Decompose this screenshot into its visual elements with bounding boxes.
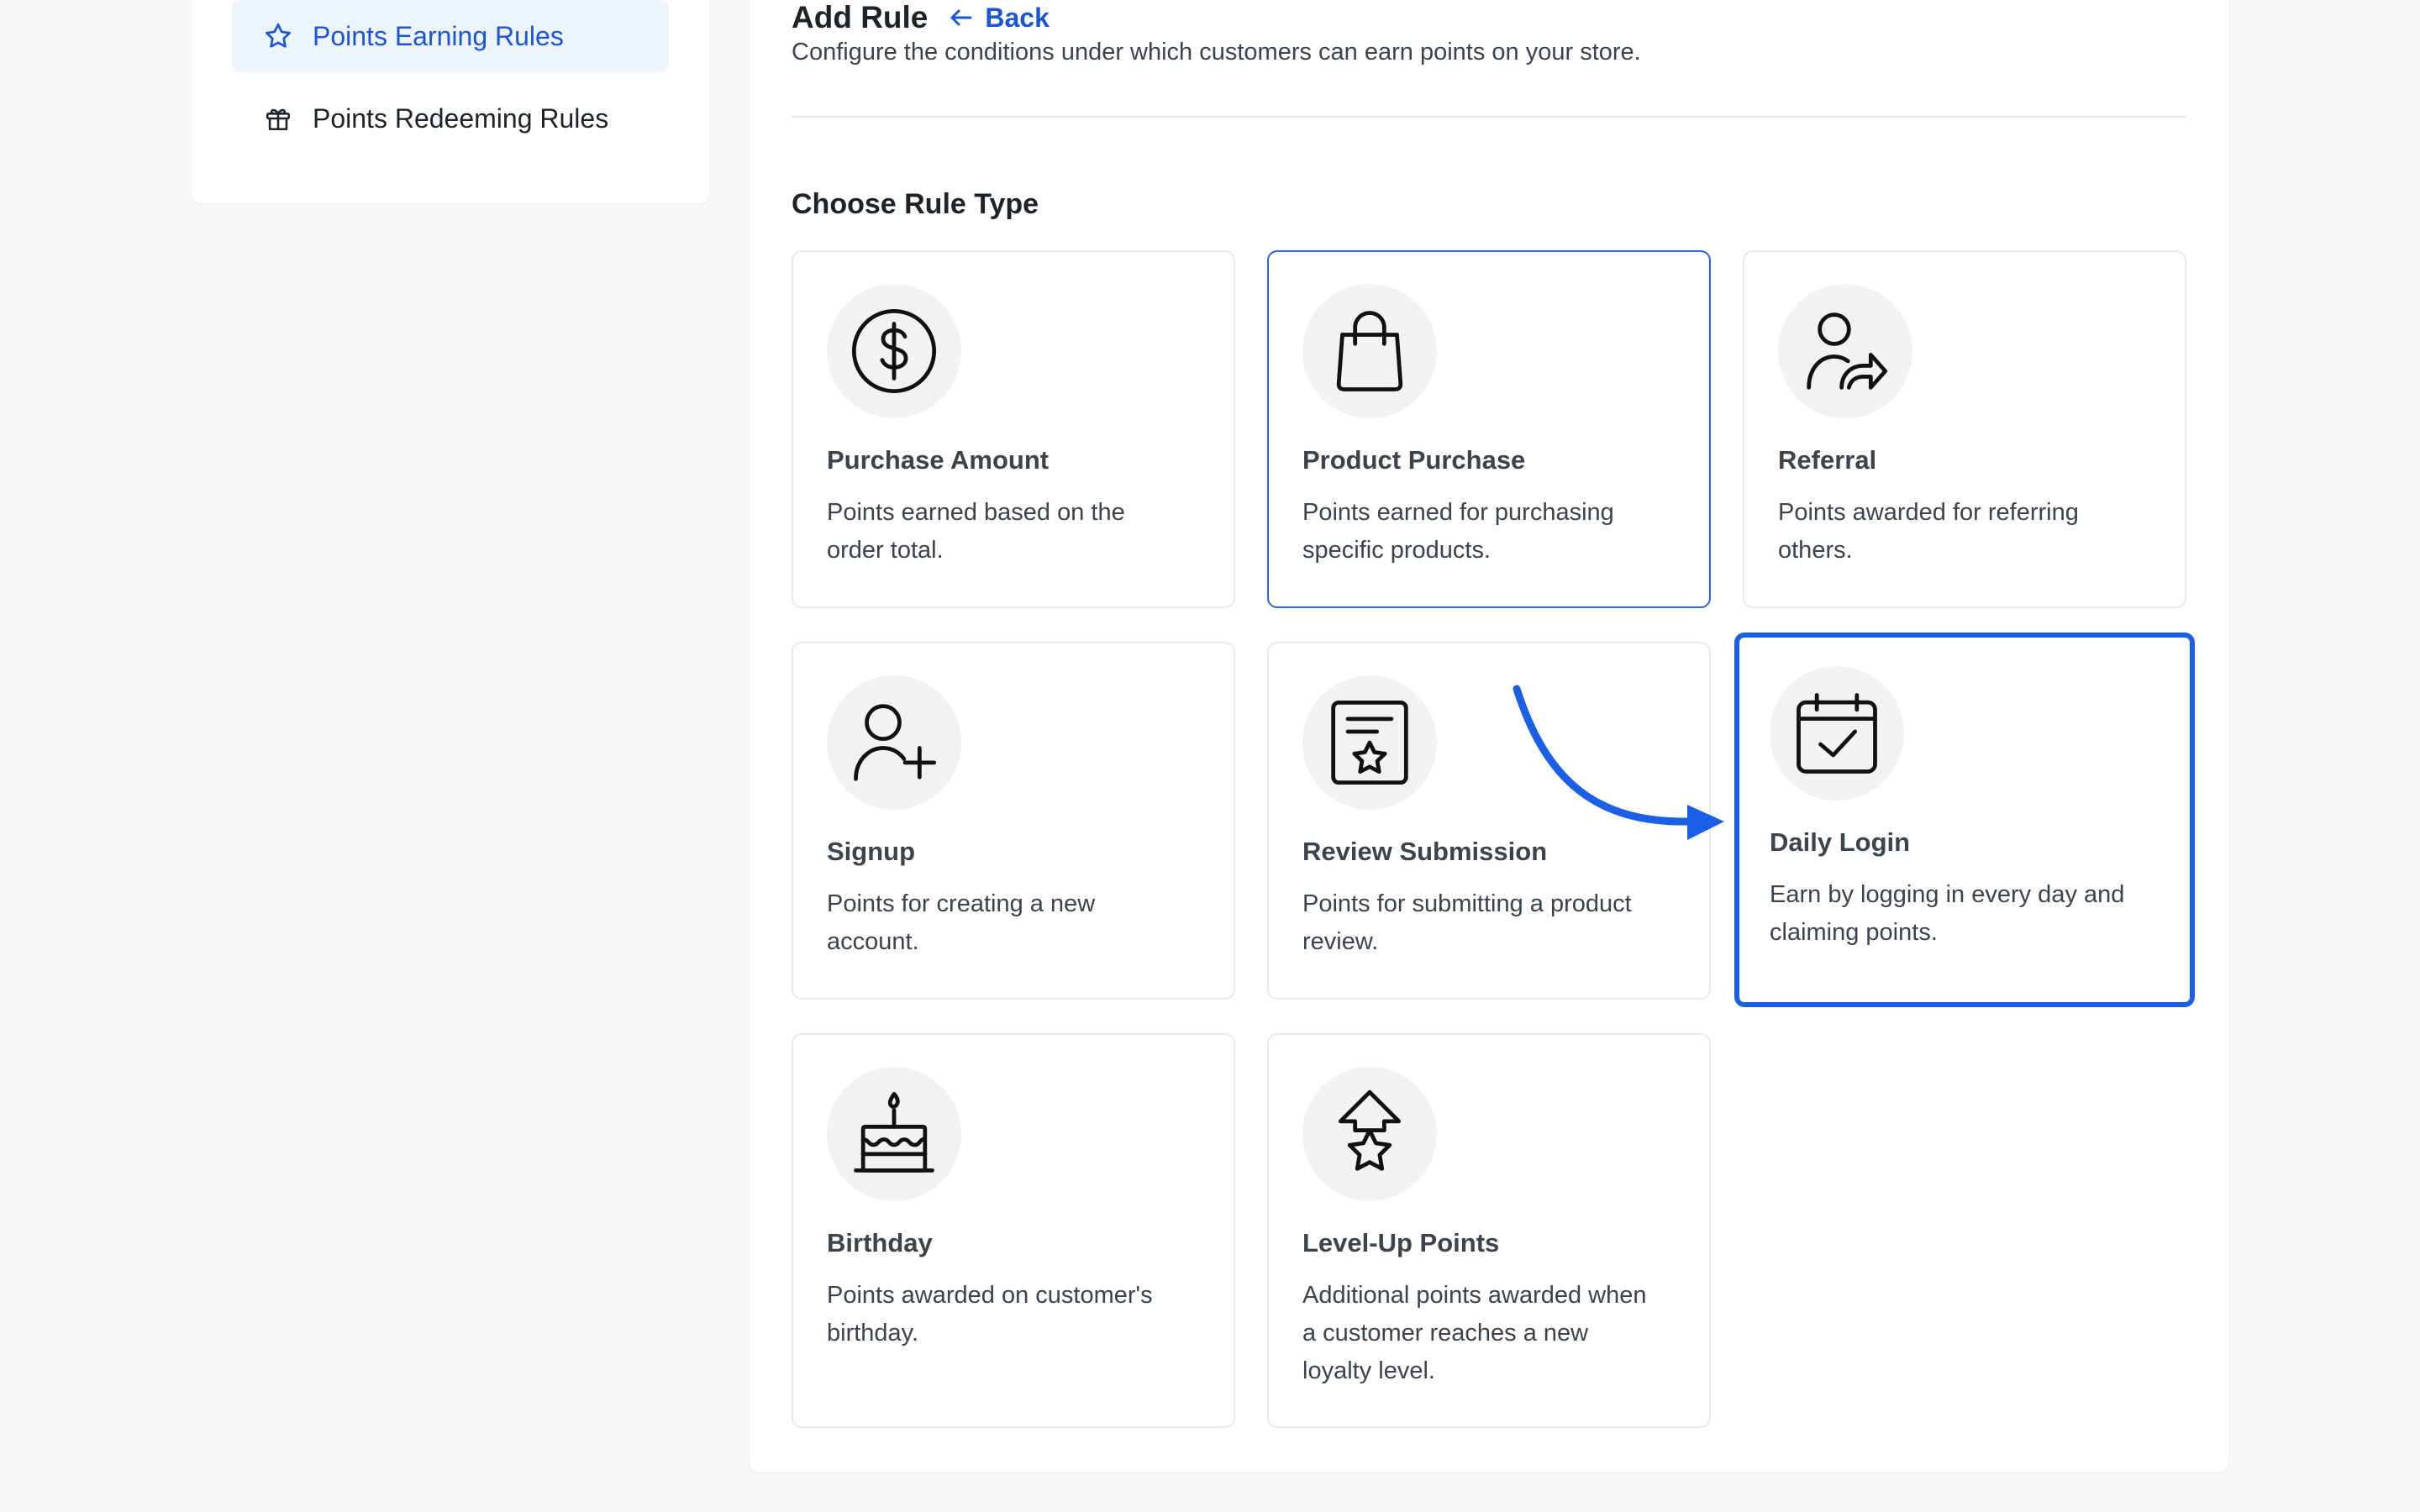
card-title: Review Submission <box>1302 837 1548 866</box>
user-share-icon <box>1778 284 1912 418</box>
card-description: Points earned based on the order total. <box>827 499 1125 564</box>
card-description: Earn by logging in every day and claimin… <box>1770 881 2125 946</box>
card-title: Level-Up Points <box>1302 1228 1500 1257</box>
rule-card-birthday[interactable]: Birthday Points awarded on customer's bi… <box>792 1033 1235 1428</box>
dollar-circle-icon <box>827 284 961 418</box>
sidebar-item-points-redeeming-rules[interactable]: Points Redeeming Rules <box>232 82 669 155</box>
section-title: Choose Rule Type <box>792 188 1039 220</box>
card-title: Referral <box>1778 445 1877 475</box>
card-description: Points for submitting a product review. <box>1302 890 1632 955</box>
card-title: Signup <box>827 837 916 866</box>
card-description: Additional points awarded when a custome… <box>1302 1282 1647 1384</box>
main-panel: Add Rule Back Configure the conditions u… <box>750 0 2228 1472</box>
card-description: Points for creating a new account. <box>827 890 1096 955</box>
rule-card-purchase-amount[interactable]: Purchase Amount Points earned based on t… <box>792 250 1235 608</box>
sidebar-item-label: Points Earning Rules <box>313 20 564 51</box>
rule-card-product-purchase[interactable]: Product Purchase Points earned for purch… <box>1267 250 1711 608</box>
rule-card-signup[interactable]: Signup Points for creating a new account… <box>792 642 1235 1000</box>
card-description: Points awarded for referring others. <box>1778 499 2079 564</box>
card-title: Daily Login <box>1770 827 1911 857</box>
rule-card-referral[interactable]: Referral Points awarded for referring ot… <box>1743 250 2186 608</box>
card-description: Points earned for purchasing specific pr… <box>1302 499 1614 564</box>
card-title: Birthday <box>827 1228 933 1257</box>
star-icon <box>262 20 294 52</box>
arrow-left-icon <box>950 9 972 26</box>
page-header: Add Rule Back <box>792 0 1050 35</box>
level-up-star-icon <box>1302 1067 1437 1201</box>
back-link[interactable]: Back <box>950 3 1050 34</box>
rule-card-level-up-points[interactable]: Level-Up Points Additional points awarde… <box>1267 1033 1711 1428</box>
rule-card-review-submission[interactable]: Review Submission Points for submitting … <box>1267 642 1711 1000</box>
sidebar-item-label: Points Redeeming Rules <box>313 102 609 134</box>
birthday-cake-icon <box>827 1067 961 1201</box>
calendar-check-icon <box>1770 666 1904 801</box>
page-title: Add Rule <box>792 0 929 34</box>
user-plus-icon <box>827 675 961 810</box>
card-title: Product Purchase <box>1302 445 1526 475</box>
rule-card-daily-login[interactable]: Daily Login Earn by logging in every day… <box>1734 633 2195 1007</box>
shopping-bag-icon <box>1302 284 1437 418</box>
sidebar-item-points-earning-rules[interactable]: Points Earning Rules <box>232 0 669 72</box>
review-star-icon <box>1302 675 1437 810</box>
gift-icon <box>262 102 294 134</box>
page-description: Configure the conditions under which cus… <box>792 39 1641 66</box>
back-label: Back <box>985 2 1050 33</box>
card-description: Points awarded on customer's birthday. <box>827 1282 1153 1347</box>
sidebar: Points Earning Rules Points Redeeming Ru… <box>192 0 709 203</box>
divider <box>792 116 2186 118</box>
card-title: Purchase Amount <box>827 445 1050 475</box>
